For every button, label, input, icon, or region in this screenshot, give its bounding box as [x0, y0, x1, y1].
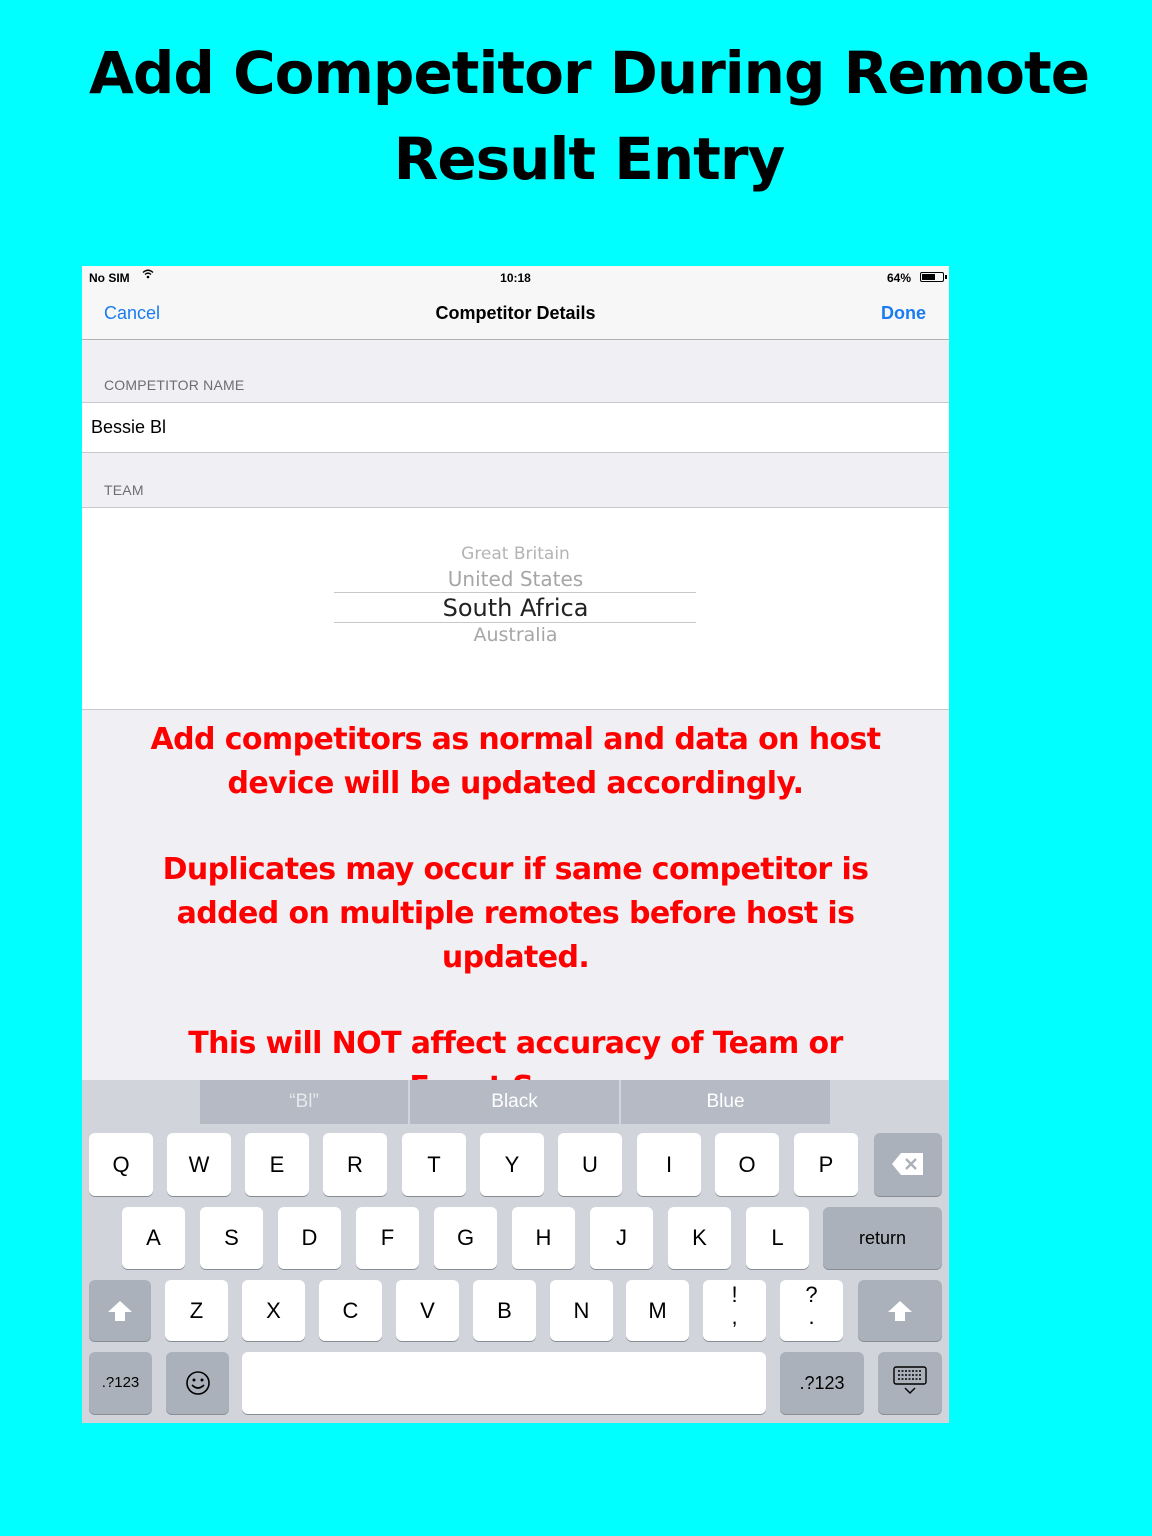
key-o[interactable]: O: [715, 1133, 779, 1196]
shift-key-left[interactable]: [89, 1280, 151, 1341]
team-option[interactable]: Great Britain: [82, 544, 949, 564]
competitor-name-label: COMPETITOR NAME: [104, 377, 245, 393]
note-text: Duplicates may occur if same competitor …: [162, 852, 869, 975]
headline-line-2: Result Entry: [393, 125, 786, 193]
prediction-blue[interactable]: Blue: [621, 1080, 830, 1124]
key-n[interactable]: N: [550, 1280, 613, 1341]
key-p[interactable]: P: [794, 1133, 858, 1196]
shift-key-right[interactable]: [858, 1280, 942, 1341]
hide-keyboard-key[interactable]: [878, 1352, 942, 1414]
cancel-button[interactable]: Cancel: [104, 303, 160, 324]
clock: 10:18: [500, 271, 531, 285]
page-headline: Add Competitor During Remote Result Entr…: [0, 30, 1152, 202]
page-title: Competitor Details: [435, 303, 596, 323]
key-u[interactable]: U: [558, 1133, 622, 1196]
emoji-key[interactable]: [166, 1352, 229, 1414]
key-exclamation-comma[interactable]: ! ,: [703, 1280, 766, 1341]
picker-selection-bottom-line: [334, 622, 696, 623]
key-primary-char: ?: [805, 1282, 818, 1307]
competitor-name-row: [82, 402, 949, 453]
emoji-icon: [185, 1371, 210, 1395]
on-screen-keyboard: “Bl” Black Blue Q W E R T Y U I O P A S …: [82, 1080, 949, 1423]
key-v[interactable]: V: [396, 1280, 459, 1341]
picker-selection-top-line: [334, 592, 696, 593]
team-option-selected[interactable]: South Africa: [82, 594, 949, 622]
key-c[interactable]: C: [319, 1280, 382, 1341]
status-bar: No SIM 10:18 64%: [82, 266, 949, 290]
numbers-key-right[interactable]: .?123: [780, 1352, 864, 1414]
key-j[interactable]: J: [590, 1207, 653, 1269]
headline-line-1: Add Competitor During Remote: [88, 39, 1090, 107]
team-picker[interactable]: Great Britain United States South Africa…: [82, 507, 949, 710]
key-b[interactable]: B: [473, 1280, 536, 1341]
shift-icon: [108, 1301, 132, 1321]
prediction-literal[interactable]: “Bl”: [200, 1080, 408, 1124]
key-d[interactable]: D: [278, 1207, 341, 1269]
key-w[interactable]: W: [167, 1133, 231, 1196]
return-key[interactable]: return: [823, 1207, 942, 1269]
key-s[interactable]: S: [200, 1207, 263, 1269]
keyboard-hide-icon: [893, 1366, 927, 1394]
key-z[interactable]: Z: [165, 1280, 228, 1341]
key-r[interactable]: R: [323, 1133, 387, 1196]
team-option[interactable]: United States: [82, 567, 949, 591]
ipad-screen: No SIM 10:18 64% Cancel Competitor Detai…: [82, 266, 949, 1423]
key-e[interactable]: E: [245, 1133, 309, 1196]
team-option[interactable]: Australia: [82, 624, 949, 646]
battery-percentage: 64%: [886, 271, 911, 285]
key-m[interactable]: M: [626, 1280, 689, 1341]
prediction-black[interactable]: Black: [410, 1080, 619, 1124]
delete-icon: [892, 1153, 923, 1175]
key-question-period[interactable]: ? .: [780, 1280, 843, 1341]
predictive-bar: “Bl” Black Blue: [82, 1080, 949, 1124]
key-g[interactable]: G: [434, 1207, 497, 1269]
battery-icon: [920, 272, 947, 282]
numbers-key-left[interactable]: .?123: [89, 1352, 152, 1414]
space-key[interactable]: [242, 1352, 766, 1414]
key-k[interactable]: K: [668, 1207, 731, 1269]
key-y[interactable]: Y: [480, 1133, 544, 1196]
key-q[interactable]: Q: [89, 1133, 153, 1196]
key-t[interactable]: T: [402, 1133, 466, 1196]
team-label: TEAM: [104, 482, 144, 498]
done-button[interactable]: Done: [881, 303, 926, 324]
key-secondary-char: .: [808, 1304, 815, 1329]
key-h[interactable]: H: [512, 1207, 575, 1269]
key-x[interactable]: X: [242, 1280, 305, 1341]
key-secondary-char: ,: [731, 1304, 738, 1329]
key-a[interactable]: A: [122, 1207, 185, 1269]
key-l[interactable]: L: [746, 1207, 809, 1269]
key-primary-char: !: [731, 1282, 738, 1307]
navigation-bar: Cancel Competitor Details Done: [82, 290, 949, 340]
note-text: Add competitors as normal and data on ho…: [150, 722, 882, 801]
key-f[interactable]: F: [356, 1207, 419, 1269]
shift-icon: [888, 1301, 912, 1321]
competitor-name-input[interactable]: [91, 403, 931, 452]
delete-key[interactable]: [874, 1133, 942, 1196]
key-i[interactable]: I: [637, 1133, 701, 1196]
